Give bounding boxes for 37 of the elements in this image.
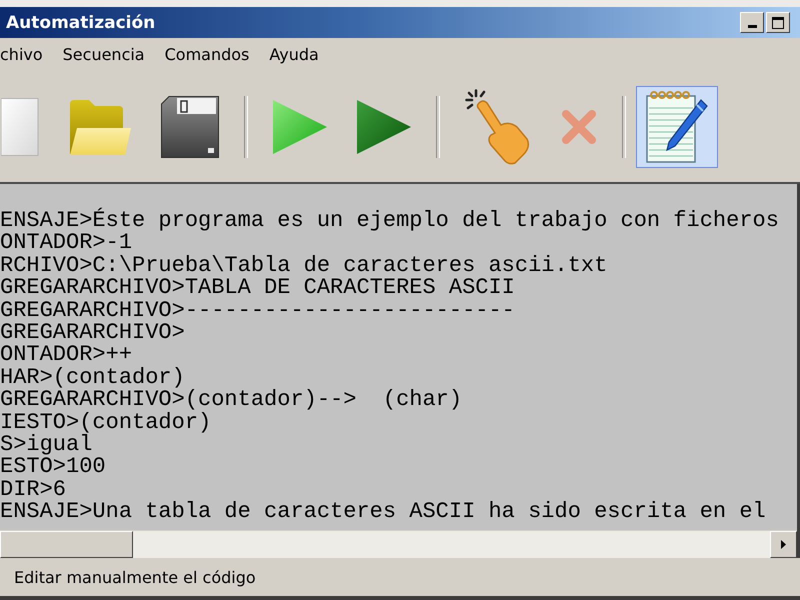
maximize-button[interactable] (766, 12, 790, 33)
code-line: GREGARARCHIVO>------------------------- (0, 300, 515, 322)
page-icon (1, 98, 39, 156)
code-line: GREGARARCHIVO> (0, 322, 185, 344)
status-text: Editar manualmente el código (14, 568, 256, 586)
pointing-hand-icon (465, 89, 531, 165)
code-line: S>igual (0, 434, 92, 456)
horizontal-scrollbar[interactable] (0, 530, 797, 558)
scrollbar-thumb[interactable] (0, 531, 133, 558)
code-line: ENSAJE>Éste programa es un ejemplo del trabajo con ficheros (0, 210, 779, 232)
code-line: ONTADOR>++ (0, 344, 132, 367)
window-title: Automatización (6, 12, 156, 32)
minimize-button[interactable] (740, 12, 764, 33)
toolbar-button[interactable] (636, 86, 718, 168)
code-line: DIR>6 (0, 478, 66, 502)
menu-item[interactable]: Comandos (154, 44, 260, 66)
menu-item[interactable]: Ayuda (259, 44, 329, 66)
cross-icon (561, 109, 597, 145)
menu-item[interactable]: Secuencia (52, 44, 155, 66)
folder-icon (69, 98, 131, 156)
code-line: ENSAJE>Una tabla de caracteres ASCII ha sido escrita en el (0, 501, 766, 524)
code-line: IESTO>(contador) (0, 412, 212, 434)
menu-item[interactable]: chivo (0, 44, 53, 66)
scroll-right-button[interactable] (770, 531, 797, 558)
code-line: ONTADOR>-1 (0, 232, 132, 255)
code-line: ESTO>100 (0, 456, 106, 479)
play-icon (273, 100, 327, 154)
play-icon (357, 100, 411, 154)
code-line: RCHIVO>C:\Prueba\Tabla de caracteres ascii.txt (0, 254, 608, 278)
maximize-icon (772, 16, 784, 28)
code-editor[interactable] (0, 184, 797, 530)
code-line: GREGARARCHIVO>TABLA DE CARACTERES ASCII (0, 277, 515, 300)
code-line: GREGARARCHIVO>(contador)--> (char) (0, 389, 462, 412)
code-line: HAR>(contador) (0, 366, 185, 390)
notepad-pen-icon (645, 90, 709, 164)
right-arrow-icon (781, 540, 786, 549)
minimize-icon (748, 25, 756, 28)
